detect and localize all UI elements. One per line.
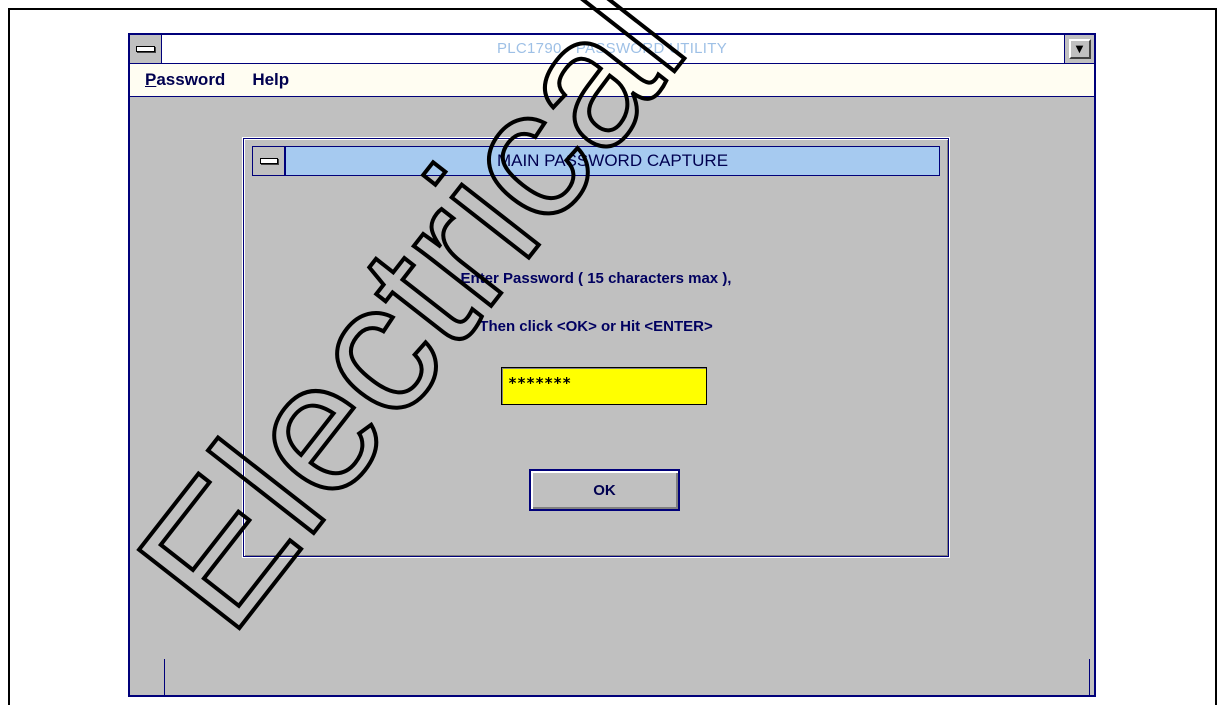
dialog-system-menu-button[interactable]	[253, 147, 286, 175]
triangle-down-icon: ▼	[1068, 39, 1091, 59]
menu-bar: Password Help	[130, 64, 1094, 97]
password-dialog: MAIN PASSWORD CAPTURE Enter Password ( 1…	[242, 137, 950, 558]
minimize-button[interactable]: ▼	[1064, 35, 1094, 63]
password-instruction-line1: Enter Password ( 15 characters max ),	[460, 270, 732, 287]
menu-password[interactable]: Password	[145, 70, 225, 90]
menu-help-label: Help	[252, 70, 290, 89]
dialog-title: MAIN PASSWORD CAPTURE	[496, 151, 729, 170]
password-input[interactable]: *******	[501, 367, 707, 405]
menu-password-label: assword	[156, 70, 226, 89]
system-menu-icon	[136, 46, 155, 52]
client-bottom-frame	[164, 659, 1090, 695]
app-title: PLC1790 - PASSWORD UTILITY	[496, 40, 728, 57]
dialog-system-menu-icon	[259, 158, 278, 164]
menu-password-accelerator: P	[145, 70, 157, 89]
dialog-titlebar: MAIN PASSWORD CAPTURE	[252, 146, 940, 176]
system-menu-button[interactable]	[130, 35, 162, 63]
app-titlebar: PLC1790 - PASSWORD UTILITY ▼	[130, 35, 1094, 64]
menu-help[interactable]: Help	[252, 70, 289, 90]
ok-button[interactable]: OK	[529, 469, 680, 511]
password-instruction-line2: Then click <OK> or Hit <ENTER>	[479, 318, 713, 335]
